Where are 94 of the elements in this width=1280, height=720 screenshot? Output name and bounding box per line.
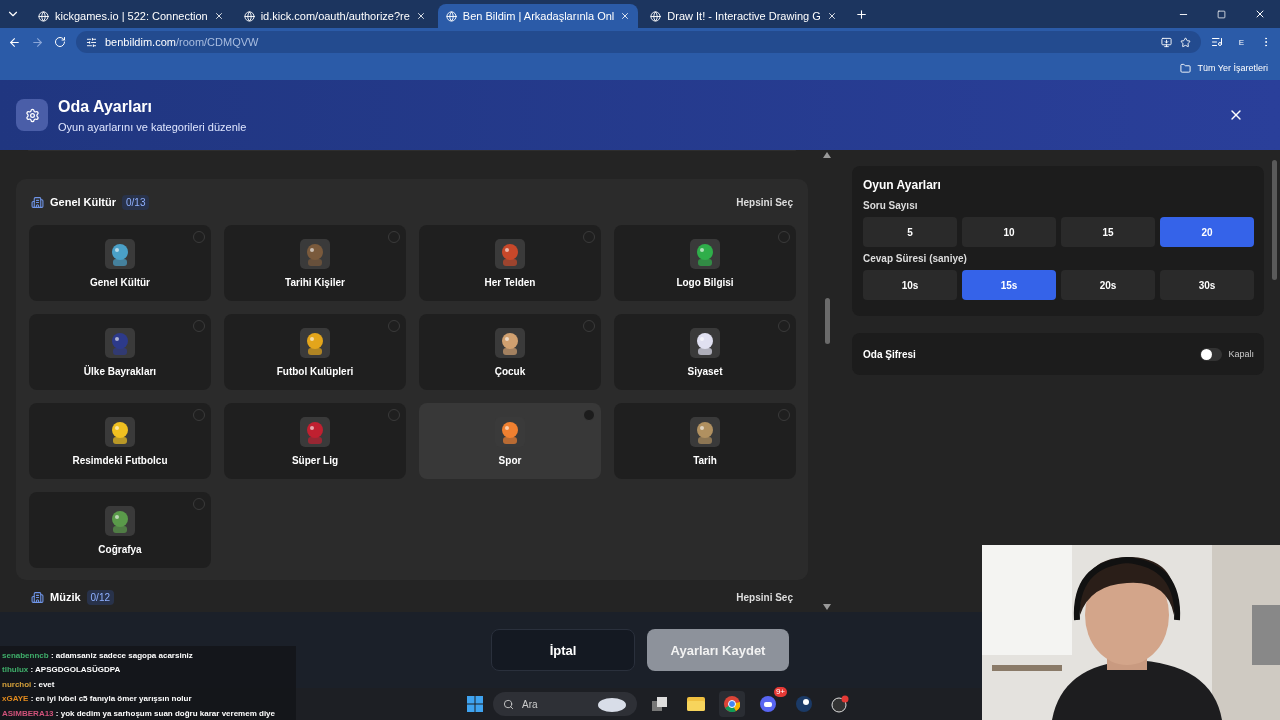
browser-tab[interactable]: Draw It! - Interactive Drawing G [642,4,845,28]
section-title: Müzik [50,591,81,603]
close-icon[interactable] [620,11,631,21]
tile-label: Resimdeki Futbolcu [72,454,168,466]
new-tab-icon[interactable] [854,7,868,21]
switch-state: Kapalı [1228,349,1254,359]
forward-icon[interactable] [31,35,44,49]
option-button[interactable]: 5 [863,217,957,247]
section-title: Genel Kültür [50,196,116,208]
back-icon[interactable] [8,35,21,49]
select-all-link[interactable]: Hepsini Seç [736,591,793,603]
search-icon [503,698,514,710]
category-tile[interactable]: Coğrafya [29,492,211,568]
media-icon[interactable] [1210,36,1223,48]
reload-icon[interactable] [54,36,66,48]
tile-label: Ülke Bayrakları [83,365,157,377]
tile-label: Her Telden [484,276,536,288]
scrollbar[interactable] [822,150,832,612]
select-all-link[interactable]: Hepsini Seç [736,196,793,208]
url-text: benbildim.com/room/CDMQVW [105,36,259,48]
tile-label: Süper Lig [291,454,339,466]
option-button[interactable]: 20 [1160,217,1254,247]
all-bookmarks-link[interactable]: Tüm Yer İşaretleri [1197,63,1268,73]
password-label: Oda Şifresi [863,348,917,360]
tile-label: Çocuk [494,365,526,377]
section-count: 0/12 [86,589,115,605]
folder-icon [1180,62,1192,74]
chat-message: tlhulux : APSGDGOLASÜGDPA [2,665,121,675]
profile-button[interactable]: E [1232,37,1250,47]
category-tile[interactable]: Her Telden [419,225,601,301]
taskbar-search[interactable]: Ara [493,692,637,716]
tile-label: Spor [498,454,522,466]
tile-label: Tarih [693,454,717,466]
scrollbar[interactable] [1272,160,1277,280]
scroll-up-icon[interactable] [823,152,831,158]
chat-message: senabenncb : adamsaniz sadece sagopa acarsiniz [2,650,193,660]
category-tile[interactable]: Genel Kültür [29,225,211,301]
cloud-icon [597,696,627,712]
category-tile[interactable]: Tarihi Kişiler [224,225,406,301]
category-tile[interactable]: Çocuk [419,314,601,390]
browser-tab[interactable]: kickgames.io | 522: Connection [30,4,232,28]
close-icon[interactable] [213,11,224,21]
tile-label: Coğrafya [98,543,142,555]
category-tile[interactable]: Futbol Kulüpleri [224,314,406,390]
radio-button[interactable] [583,409,595,421]
option-button[interactable]: 20s [1061,270,1155,300]
tile-label: Futbol Kulüpleri [276,365,354,377]
option-button[interactable]: 30s [1160,270,1254,300]
close-icon[interactable] [1254,8,1266,20]
notification-badge: 9+ [773,687,787,697]
bookmark-star-icon[interactable] [1179,36,1191,48]
globe-icon [38,10,49,22]
category-tile[interactable]: Siyaset [614,314,796,390]
tile-label: Logo Bilgisi [676,276,734,288]
tile-label: Genel Kültür [90,276,150,288]
category-tile[interactable]: Resimdeki Futbolcu [29,403,211,479]
globe-icon [243,10,255,22]
browser-icon[interactable] [719,691,745,717]
cancel-button[interactable]: İptal [491,629,635,671]
dialog-title: Oda Ayarları [58,97,153,116]
chat-message: ASIMBERA13 : yok dedim ya sarhoşum suan doğru karar veremem diye [2,708,275,718]
category-tile[interactable]: Süper Lig [224,403,406,479]
settings-icon [16,99,48,131]
browser-tab[interactable]: id.kick.com/oauth/authorize?re [235,4,434,28]
site-settings-icon[interactable] [86,36,97,48]
building-icon [31,195,44,209]
option-button[interactable]: 10 [962,217,1056,247]
option-button[interactable]: 10s [863,270,957,300]
address-bar[interactable]: benbildim.com/room/CDMQVW [76,31,1201,53]
close-icon[interactable] [415,11,426,21]
group-label: Soru Sayısı [863,200,919,211]
password-switch[interactable] [1200,347,1223,361]
tile-label: Tarihi Kişiler [285,276,345,288]
section-count: 0/13 [122,194,150,210]
option-button[interactable]: 15 [1061,217,1155,247]
panel-title: Oyun Ayarları [863,178,942,192]
close-icon[interactable] [826,11,837,21]
group-label: Cevap Süresi (saniye) [863,253,968,264]
category-tile[interactable]: Logo Bilgisi [614,225,796,301]
tile-label: Siyaset [687,365,723,377]
globe-icon [445,10,457,22]
building-icon [31,590,44,604]
category-tile[interactable]: Tarih [614,403,796,479]
dialog-subtitle: Oyun ayarlarını ve kategorileri düzenle [58,120,248,133]
category-tile[interactable]: Ülke Bayrakları [29,314,211,390]
globe-icon [650,10,662,22]
category-tile[interactable]: Spor [419,403,601,479]
scroll-down-icon[interactable] [823,604,831,610]
chat-message: xGAYE : en iyi lvbel c5 fanıyla ömer yarışsın nolur [2,694,192,704]
browser-tab[interactable]: Ben Bildim | Arkadaşlarınla Onl [437,4,639,28]
maximize-icon[interactable] [1217,9,1226,19]
install-icon[interactable] [1160,36,1172,48]
option-button[interactable]: 15s [962,270,1056,300]
chat-message: nurchoi : evet [2,679,55,689]
